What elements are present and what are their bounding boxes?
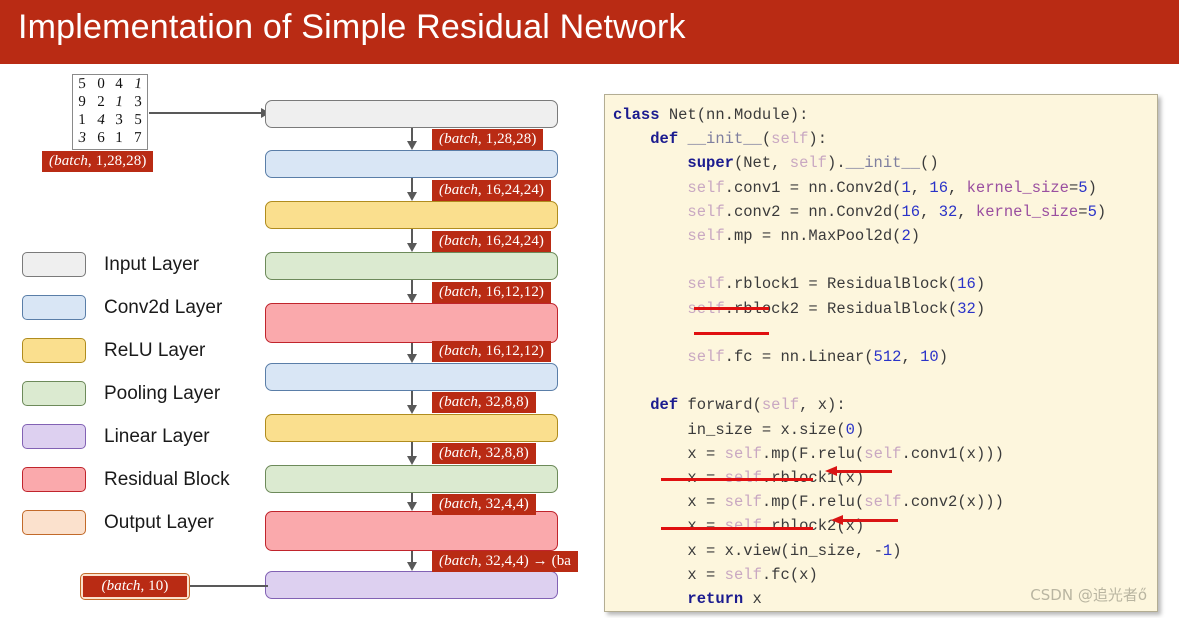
mnist-digit: 1	[114, 93, 125, 110]
legend-item: Input Layer	[22, 243, 230, 286]
flow-block-linear-layer	[265, 571, 558, 599]
flow-block-conv2d-layer	[265, 150, 558, 178]
legend-item: Conv2d Layer	[22, 286, 230, 329]
output-arrow	[181, 581, 268, 591]
callout-arrow-rblock1	[825, 466, 892, 476]
tensor-shape-tag: (batch, 1,28,28)	[432, 129, 544, 150]
watermark: CSDN @追光者ő	[1030, 586, 1147, 604]
code-panel: class Net(nn.Module): def __init__(self)…	[604, 94, 1158, 612]
mnist-digit: 3	[77, 129, 88, 146]
tensor-shape-tag: (batch, 16,24,24)	[432, 231, 552, 252]
mnist-row: 3617	[73, 129, 147, 147]
mnist-digit: 7	[133, 129, 142, 146]
flow-arrow	[407, 229, 417, 252]
output-shape-frame: (batch, 10)	[80, 573, 190, 600]
legend-swatch	[22, 381, 86, 406]
mnist-digit: 1	[115, 129, 124, 146]
legend-item: Output Layer	[22, 501, 230, 544]
legend-swatch	[22, 295, 86, 320]
tensor-shape-tag: (batch, 32,8,8)	[432, 443, 536, 464]
mnist-digit: 1	[132, 75, 143, 92]
mnist-digit: 2	[96, 93, 105, 110]
flow-block-relu-layer	[265, 201, 558, 229]
flow-arrow	[407, 128, 417, 150]
legend-swatch	[22, 424, 86, 449]
flow-block-residual-block	[265, 511, 558, 551]
legend-label: Output Layer	[104, 511, 214, 533]
mnist-digit: 3	[133, 93, 142, 110]
output-shape-tag: (batch, 10)	[83, 576, 187, 597]
mnist-digit: 4	[115, 75, 124, 92]
mnist-digit: 3	[115, 111, 124, 128]
legend-item: ReLU Layer	[22, 329, 230, 372]
flow-block-residual-block	[265, 303, 558, 343]
flow-arrow	[407, 343, 417, 363]
input-shape-tag: (batch, 1,28,28)	[42, 151, 154, 172]
mnist-digit: 5	[78, 75, 87, 92]
legend-item: Pooling Layer	[22, 372, 230, 415]
mnist-digit: 5	[133, 111, 142, 128]
mnist-digit: 0	[96, 75, 105, 92]
flow-block-pooling-layer	[265, 465, 558, 493]
underline-rblock2-def	[694, 332, 769, 335]
tensor-shape-tag: (batch, 32,8,8)	[432, 392, 536, 413]
legend-swatch	[22, 338, 86, 363]
legend-label: Conv2d Layer	[104, 296, 223, 318]
flow-block-conv2d-layer	[265, 363, 558, 391]
mnist-row: 1435	[73, 111, 147, 129]
legend-label: Pooling Layer	[104, 382, 221, 404]
mnist-digit-grid: 5041921314353617	[72, 74, 148, 150]
legend-swatch	[22, 467, 86, 492]
underline-rblock1-call	[661, 478, 813, 481]
legend-label: Linear Layer	[104, 425, 210, 447]
flow-arrow	[407, 493, 417, 511]
flow-arrow	[407, 391, 417, 414]
legend-label: Residual Block	[104, 468, 230, 490]
mnist-row: 9213	[73, 93, 147, 111]
legend-label: Input Layer	[104, 253, 200, 275]
mnist-digit: 1	[78, 111, 87, 128]
title-bar: Implementation of Simple Residual Networ…	[0, 0, 1179, 64]
mnist-row: 5041	[73, 75, 147, 93]
mnist-digit: 4	[95, 111, 106, 128]
flow-arrow	[407, 178, 417, 201]
flow-block-input-layer	[265, 100, 558, 128]
input-arrow	[149, 108, 270, 118]
mnist-digit: 9	[78, 93, 87, 110]
tensor-shape-tag: (batch, 16,12,12)	[432, 282, 552, 303]
slide-root: Implementation of Simple Residual Networ…	[0, 0, 1179, 618]
legend-swatch	[22, 252, 86, 277]
flow-arrow	[407, 551, 417, 571]
legend-label: ReLU Layer	[104, 339, 206, 361]
legend: Input Layer Conv2d Layer ReLU Layer Pooling…	[22, 243, 230, 544]
tensor-shape-tag: (batch, 32,4,4)	[432, 494, 536, 515]
legend-item: Linear Layer	[22, 415, 230, 458]
flow-arrow	[407, 280, 417, 303]
underline-rblock1-def	[694, 307, 769, 310]
underline-rblock2-call	[661, 527, 813, 530]
tensor-shape-tag: (batch, 16,24,24)	[432, 180, 552, 201]
legend-item: Residual Block	[22, 458, 230, 501]
flow-block-pooling-layer	[265, 252, 558, 280]
callout-arrow-rblock2	[831, 515, 898, 525]
mnist-digit: 6	[96, 129, 105, 146]
tensor-shape-tag: (batch, 16,12,12)	[432, 341, 552, 362]
flow-block-relu-layer	[265, 414, 558, 442]
flow-arrow	[407, 442, 417, 465]
page-title: Implementation of Simple Residual Networ…	[18, 8, 686, 46]
code-text: class Net(nn.Module): def __init__(self)…	[613, 106, 1107, 609]
tensor-shape-tag: (batch, 32,4,4) → (ba	[432, 551, 579, 572]
legend-swatch	[22, 510, 86, 535]
